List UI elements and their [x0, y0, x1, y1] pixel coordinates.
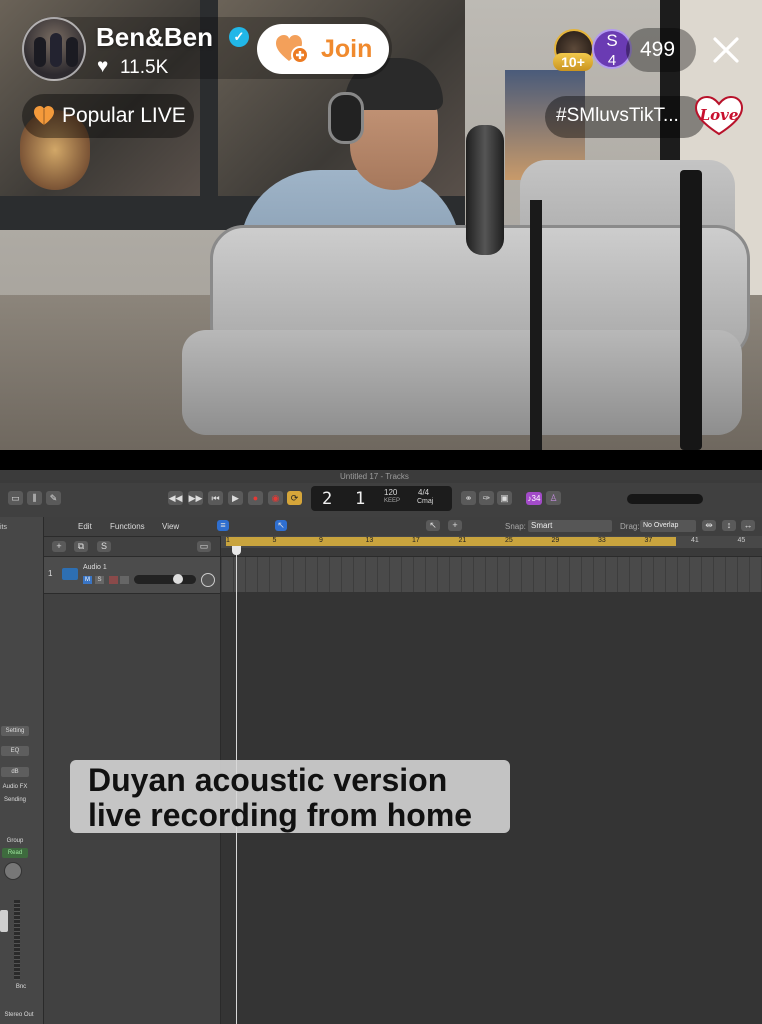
top-viewer-badge: 10+ [553, 53, 593, 71]
duplicate-track-button[interactable]: ⧉ [74, 541, 88, 552]
bounce-label[interactable]: Bnc [12, 982, 30, 992]
go-to-start-button[interactable]: ⏮ [208, 491, 223, 505]
track-header-menu-button[interactable]: ▭ [197, 541, 211, 552]
pencil-tool-button[interactable]: + [448, 520, 462, 531]
ruler-bar-number: 1 [226, 537, 230, 544]
sending-label: Sending [3, 797, 27, 803]
metronome-settings-button[interactable]: ▣ [497, 491, 512, 505]
ruler-bar-number: 25 [505, 537, 513, 544]
track-lane[interactable] [221, 556, 762, 594]
forward-button[interactable]: ▶▶ [188, 491, 203, 505]
input-slot-button[interactable]: dB [1, 767, 29, 777]
drag-label: Drag: [620, 522, 640, 531]
caption-line-1: Duyan acoustic version [88, 762, 448, 798]
track-name[interactable]: Audio 1 [83, 564, 107, 571]
track-solo-button[interactable]: S [95, 576, 104, 584]
master-volume-slider[interactable] [627, 494, 703, 504]
setting-button[interactable]: Setting [1, 726, 29, 736]
join-label: Join [321, 35, 373, 63]
record-button[interactable]: ● [248, 491, 263, 505]
close-icon[interactable] [710, 34, 742, 66]
view-menu[interactable]: View [162, 522, 179, 531]
lcd-time-signature: 4/4 [418, 488, 430, 497]
popular-live-label: Popular LIVE [62, 104, 186, 127]
lcd-tempo: 120 [384, 488, 398, 497]
list-view-button[interactable]: ≡ [217, 520, 229, 531]
popular-heart-icon [34, 106, 54, 125]
track-volume-thumb[interactable] [173, 574, 183, 584]
video-divider [0, 450, 762, 470]
tuner-button[interactable]: ⚭ [461, 491, 476, 505]
catch-button[interactable]: ↖ [275, 520, 287, 531]
track-mute-button[interactable]: M [83, 576, 92, 584]
global-tracks-button[interactable]: S [97, 541, 111, 552]
cycle-button[interactable]: ⟳ [287, 491, 302, 505]
ruler-bar-number: 37 [644, 537, 653, 544]
host-name[interactable]: Ben&Ben [96, 22, 213, 53]
play-button[interactable]: ▶ [228, 491, 243, 505]
wrench-button[interactable]: ✑ [479, 491, 494, 505]
second-viewer-rank: 4 [607, 52, 617, 69]
eq-button[interactable]: EQ [1, 746, 29, 756]
love-sticker-text: Love [699, 106, 739, 124]
library-button[interactable]: ▭ [8, 491, 23, 505]
viewer-count: 499 [640, 38, 676, 61]
like-count: 11.5K [120, 57, 169, 78]
ruler-bar-number: 9 [319, 537, 323, 544]
audio-fx-label: Audio FX [2, 784, 28, 790]
count-in-button[interactable]: ♪34 [526, 492, 542, 505]
drag-select[interactable]: No Overlap [640, 520, 696, 532]
inspector-fader-track[interactable] [14, 900, 20, 980]
heart-plus-icon [276, 35, 309, 64]
inspector-region-label: its [0, 524, 7, 531]
lcd-bar: 2 [322, 489, 333, 509]
host-avatar[interactable] [22, 17, 86, 81]
waveform-zoom-button[interactable]: ⇹ [702, 520, 716, 531]
track-input-monitor-button[interactable] [120, 576, 129, 584]
track-number: 1 [48, 569, 53, 578]
caption-line-2: live recording from home [88, 797, 473, 833]
track-record-enable-button[interactable] [109, 576, 118, 584]
ruler-bar-number: 5 [272, 537, 277, 544]
mixer-button[interactable]: ⫼ [27, 491, 42, 505]
ruler-bar-number: 17 [412, 537, 420, 544]
ruler-bar-number: 13 [365, 537, 374, 544]
ruler-bar-number: 29 [551, 537, 560, 544]
ruler-bar-number: 45 [737, 537, 746, 544]
zoom-in-button[interactable]: ↕ [722, 520, 736, 531]
join-button[interactable]: Join [257, 24, 389, 74]
love-sticker-icon: Love [694, 96, 744, 136]
stereo-out-label: Stereo Out [4, 1012, 34, 1018]
verified-badge-icon: ✓ [229, 27, 249, 47]
metronome-icon[interactable]: ♙ [546, 491, 561, 505]
lcd-key: Cmaj [417, 498, 434, 505]
cycle-region[interactable] [226, 537, 676, 546]
daw-window-title: Untitled 17 - Tracks [340, 472, 409, 481]
ruler-bar-number: 41 [691, 537, 699, 544]
group-label: Group [6, 838, 24, 844]
playhead-handle[interactable] [232, 546, 241, 555]
snap-select[interactable]: Smart [528, 520, 612, 532]
add-track-button[interactable]: + [52, 541, 66, 552]
heart-icon: ♥ [97, 56, 109, 77]
track-pan-knob[interactable] [201, 573, 215, 587]
editor-button[interactable]: ✎ [46, 491, 61, 505]
functions-menu[interactable]: Functions [110, 522, 145, 531]
hashtag-label: #SMluvsTikT... [556, 105, 679, 126]
track-volume-slider[interactable] [134, 575, 196, 584]
ruler-bar-number: 33 [598, 537, 606, 544]
zoom-out-button[interactable]: ↔ [741, 520, 755, 531]
capture-record-button[interactable]: ◉ [268, 491, 283, 505]
automation-read-button[interactable]: Read [2, 848, 28, 858]
lcd-beat: 1 [355, 489, 366, 509]
pan-knob-inspector[interactable] [4, 862, 22, 880]
ruler-bar-number: 21 [458, 537, 467, 544]
rewind-button[interactable]: ◀◀ [168, 491, 183, 505]
edit-menu[interactable]: Edit [78, 522, 92, 531]
pointer-tool-button[interactable]: ↖ [426, 520, 440, 531]
lcd-tempo-mode: KEEP [384, 498, 401, 504]
inspector-fader-cap[interactable] [0, 910, 8, 932]
snap-label: Snap: [505, 522, 526, 531]
audio-track-icon [62, 568, 78, 580]
